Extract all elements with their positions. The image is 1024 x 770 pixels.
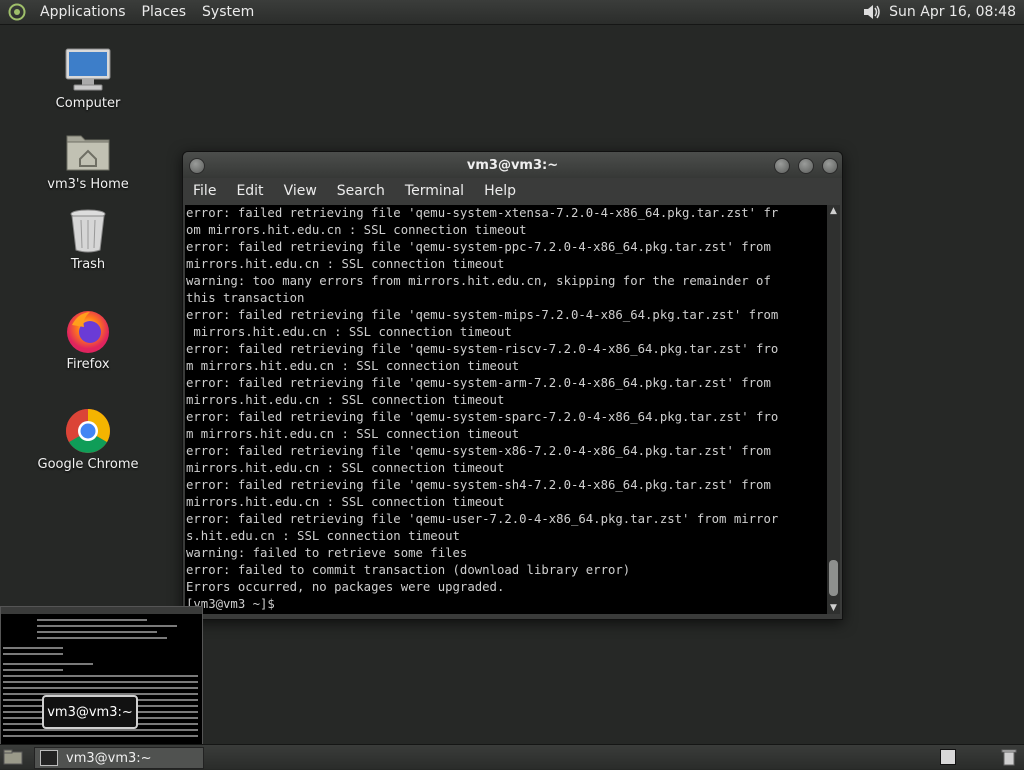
terminal-line: error: failed retrieving file 'qemu-syst… bbox=[186, 206, 779, 220]
terminal-line: error: failed retrieving file 'qemu-syst… bbox=[186, 308, 779, 322]
desktop-icon-label: Trash bbox=[70, 257, 106, 272]
terminal-line: error: failed retrieving file 'qemu-syst… bbox=[186, 240, 771, 254]
desktop-icon-computer[interactable]: Computer bbox=[28, 46, 148, 111]
terminal-titlebar[interactable]: vm3@vm3:~ bbox=[183, 152, 842, 178]
scroll-down-arrow-icon[interactable]: ▼ bbox=[827, 602, 840, 614]
panel-clock[interactable]: Sun Apr 16, 08:48 bbox=[883, 0, 1024, 24]
terminal-line: mirrors.hit.edu.cn : SSL connection time… bbox=[186, 325, 512, 339]
terminal-line: mirrors.hit.edu.cn : SSL connection time… bbox=[186, 495, 505, 509]
terminal-line: this transaction bbox=[186, 291, 305, 305]
terminal-scrollbar[interactable]: ▲ ▼ bbox=[827, 205, 840, 614]
menu-view[interactable]: View bbox=[274, 178, 327, 204]
menu-file[interactable]: File bbox=[183, 178, 226, 204]
terminal-line: error: failed retrieving file 'qemu-syst… bbox=[186, 410, 779, 424]
taskbar-item-label: vm3@vm3:~ bbox=[66, 750, 152, 766]
terminal-menubar: File Edit View Search Terminal Help bbox=[183, 178, 842, 204]
terminal-line: error: failed retrieving file 'qemu-syst… bbox=[186, 342, 779, 356]
window-title: vm3@vm3:~ bbox=[466, 157, 559, 173]
menu-edit[interactable]: Edit bbox=[226, 178, 273, 204]
preview-text-line bbox=[3, 669, 63, 671]
desktop-icon-label: Google Chrome bbox=[37, 457, 139, 472]
taskbar-item-terminal[interactable]: vm3@vm3:~ bbox=[34, 747, 204, 769]
close-button[interactable] bbox=[822, 158, 838, 174]
window-menu-button[interactable] bbox=[189, 158, 205, 174]
trash-icon bbox=[64, 207, 112, 255]
terminal-output[interactable]: error: failed retrieving file 'qemu-syst… bbox=[185, 205, 828, 614]
places-menu[interactable]: Places bbox=[134, 0, 195, 24]
firefox-icon bbox=[64, 307, 112, 355]
home-folder-icon bbox=[64, 127, 112, 175]
desktop-icon-label: Firefox bbox=[66, 357, 110, 372]
preview-text-line bbox=[3, 647, 63, 649]
preview-text-line bbox=[37, 625, 177, 627]
workspace-switcher[interactable] bbox=[940, 749, 956, 765]
system-menu[interactable]: System bbox=[194, 0, 262, 24]
terminal-line: [vm3@vm3 ~]$ bbox=[186, 597, 283, 611]
terminal-line: Errors occurred, no packages were upgrad… bbox=[186, 580, 505, 594]
desktop-icon-home[interactable]: vm3's Home bbox=[28, 127, 148, 192]
taskbar-tooltip: vm3@vm3:~ bbox=[42, 695, 138, 729]
desktop-icon-chrome[interactable]: Google Chrome bbox=[28, 407, 148, 472]
terminal-line: error: failed retrieving file 'qemu-syst… bbox=[186, 444, 771, 458]
preview-text-line bbox=[37, 637, 167, 639]
terminal-icon bbox=[40, 750, 58, 766]
menu-search[interactable]: Search bbox=[327, 178, 395, 204]
computer-icon bbox=[64, 46, 112, 94]
menu-help[interactable]: Help bbox=[474, 178, 526, 204]
distro-logo-icon[interactable] bbox=[6, 2, 28, 22]
volume-icon[interactable] bbox=[861, 1, 883, 23]
menu-terminal[interactable]: Terminal bbox=[395, 178, 474, 204]
terminal-line: error: failed retrieving file 'qemu-user… bbox=[186, 512, 779, 526]
preview-text-line bbox=[3, 663, 93, 665]
preview-text-line bbox=[3, 653, 63, 655]
terminal-line: warning: too many errors from mirrors.hi… bbox=[186, 274, 771, 288]
preview-text-line bbox=[3, 687, 198, 689]
show-desktop-icon[interactable] bbox=[2, 747, 24, 767]
preview-menubar bbox=[1, 607, 202, 614]
maximize-button[interactable] bbox=[798, 158, 814, 174]
terminal-line: s.hit.edu.cn : SSL connection timeout bbox=[186, 529, 460, 543]
terminal-line: error: failed retrieving file 'qemu-syst… bbox=[186, 376, 771, 390]
minimize-button[interactable] bbox=[774, 158, 790, 174]
applications-menu[interactable]: Applications bbox=[32, 0, 134, 24]
terminal-line: mirrors.hit.edu.cn : SSL connection time… bbox=[186, 257, 505, 271]
scrollbar-thumb[interactable] bbox=[829, 560, 838, 596]
preview-text-line bbox=[37, 631, 157, 633]
terminal-window[interactable]: vm3@vm3:~ File Edit View Search Terminal… bbox=[182, 151, 843, 620]
trash-applet-icon[interactable] bbox=[1000, 748, 1018, 766]
preview-text-line bbox=[3, 735, 198, 737]
desktop-icon-label: Computer bbox=[55, 96, 121, 111]
terminal-line: m mirrors.hit.edu.cn : SSL connection ti… bbox=[186, 359, 520, 373]
top-panel: Applications Places System Sun Apr 16, 0… bbox=[0, 0, 1024, 25]
bottom-panel: vm3@vm3:~ bbox=[0, 744, 1024, 769]
preview-text-line bbox=[37, 619, 147, 621]
terminal-line: mirrors.hit.edu.cn : SSL connection time… bbox=[186, 393, 505, 407]
terminal-line: m mirrors.hit.edu.cn : SSL connection ti… bbox=[186, 427, 520, 441]
terminal-line: mirrors.hit.edu.cn : SSL connection time… bbox=[186, 461, 505, 475]
preview-text-line bbox=[3, 681, 198, 683]
terminal-line: error: failed retrieving file 'qemu-syst… bbox=[186, 478, 771, 492]
desktop-icon-trash[interactable]: Trash bbox=[28, 207, 148, 272]
desktop-icon-firefox[interactable]: Firefox bbox=[28, 307, 148, 372]
terminal-line: om mirrors.hit.edu.cn : SSL connection t… bbox=[186, 223, 527, 237]
terminal-line: error: failed to commit transaction (dow… bbox=[186, 563, 631, 577]
preview-text-line bbox=[3, 675, 198, 677]
scroll-up-arrow-icon[interactable]: ▲ bbox=[827, 205, 840, 217]
preview-text-line bbox=[3, 729, 198, 731]
chrome-icon bbox=[64, 407, 112, 455]
desktop-icon-label: vm3's Home bbox=[47, 177, 129, 192]
terminal-line: warning: failed to retrieve some files bbox=[186, 546, 468, 560]
